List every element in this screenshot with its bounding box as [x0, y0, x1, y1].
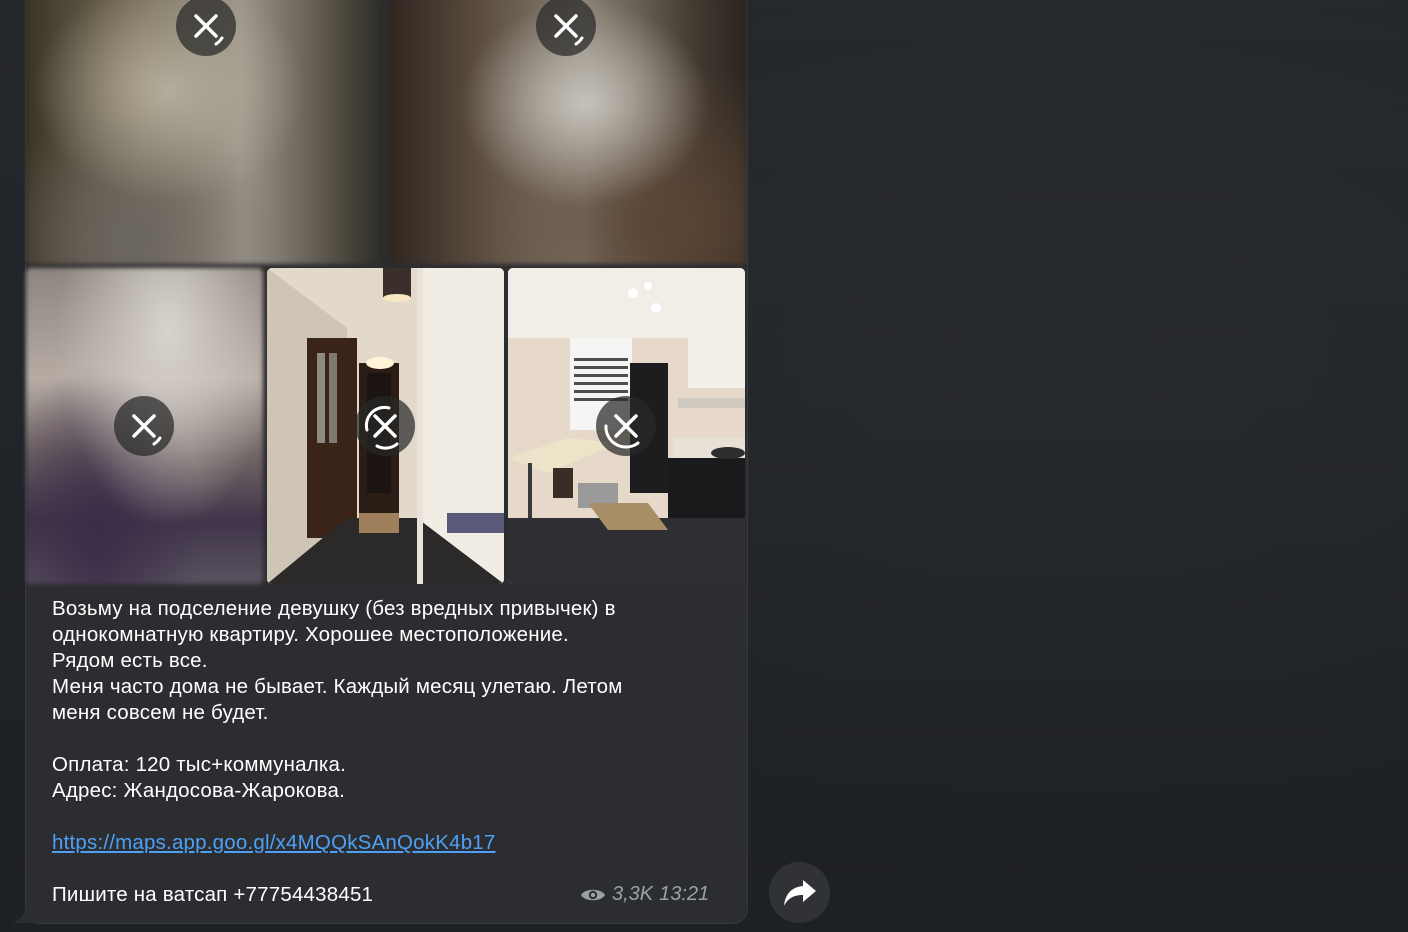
cancel-download-icon — [132, 414, 162, 446]
cancel-download-button[interactable] — [176, 0, 236, 56]
eye-icon — [581, 889, 605, 900]
message-time: 13:21 — [659, 883, 710, 905]
map-link[interactable]: https://maps.app.goo.gl/x4MQQkSAnQokK4b1… — [52, 831, 496, 854]
view-count: 3,3K — [612, 883, 654, 905]
cancel-download-button[interactable] — [355, 396, 415, 456]
forward-button[interactable] — [769, 862, 830, 923]
cancel-download-icon — [554, 14, 584, 46]
payment-text: Оплата: 120 тыс+коммуналка. — [52, 753, 347, 776]
caption-line: Рядом есть все. — [52, 649, 208, 672]
cancel-download-icon — [364, 405, 399, 450]
cancel-download-button[interactable] — [596, 396, 656, 456]
share-arrow-icon — [783, 879, 816, 906]
caption-line: однокомнатную квартиру. Хорошее местопол… — [52, 623, 569, 646]
cancel-download-button[interactable] — [114, 396, 174, 456]
caption-line: Возьму на подселение девушку (без вредны… — [52, 597, 616, 620]
caption-line: Меня часто дома не бывает. Каждый месяц … — [52, 675, 623, 698]
address-text: Адрес: Жандосова-Жарокова. — [52, 779, 346, 802]
cancel-download-button[interactable] — [536, 0, 596, 56]
caption-line: меня совсем не будет. — [52, 701, 269, 724]
cancel-download-icon — [604, 414, 640, 449]
cancel-download-icon — [194, 14, 224, 46]
bubble-tail — [12, 906, 38, 923]
message-caption: Возьму на подселение девушку (без вредны… — [52, 596, 722, 908]
message-meta: 3,3K 13:21 — [580, 883, 709, 906]
